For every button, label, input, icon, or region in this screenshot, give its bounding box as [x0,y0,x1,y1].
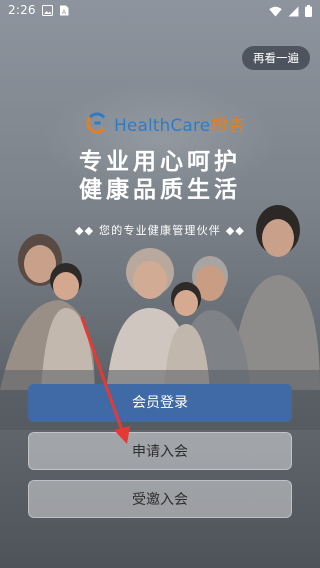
hero-line-1: 专业用心呵护 [79,149,241,175]
invited-membership-button[interactable]: 受邀入会 [28,480,292,518]
svg-text:A: A [62,10,66,16]
brand-name-cn: 橙杏 [211,115,246,136]
replay-button[interactable]: 再看一遍 [242,46,310,70]
status-time: 2:26 [8,3,36,17]
photo-icon [42,5,53,16]
member-login-button[interactable]: 会员登录 [28,384,292,422]
sim-card-icon: A [60,5,69,16]
hero-slogan: ◆◆ 您的专业健康管理伙伴 ◆◆ [74,224,246,237]
apply-membership-button[interactable]: 申请入会 [28,432,292,470]
brand-logo: HealthCare橙杏 [86,110,245,136]
signal-icon [288,6,299,16]
brand-name: HealthCare橙杏 [114,111,245,136]
status-bar: 2:26 A [0,0,320,22]
hero-headline: 专业用心呵护 健康品质生活 [0,148,320,204]
hero-line-2: 健康品质生活 [79,177,241,203]
wifi-icon [269,6,282,16]
battery-icon [305,5,312,17]
brand-name-en: HealthCare [114,115,211,136]
healthcare-logo-icon [86,112,108,134]
